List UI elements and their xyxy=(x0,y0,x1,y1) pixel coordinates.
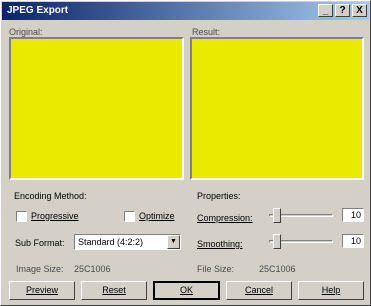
image-size-value: 25C1006 xyxy=(74,264,111,274)
sub-format-select[interactable]: Standard (4:2:2) ▼ xyxy=(74,234,181,250)
close-button[interactable]: X xyxy=(352,4,367,17)
help-dialog-button[interactable]: Help xyxy=(298,281,364,300)
chevron-down-icon[interactable]: ▼ xyxy=(167,235,180,249)
compression-slider-thumb[interactable] xyxy=(273,208,281,223)
sub-format-label: Sub Format: xyxy=(15,238,65,248)
file-size-value: 25C1006 xyxy=(259,264,296,274)
encoding-method-heading: Encoding Method: xyxy=(14,191,87,201)
help-button[interactable]: ? xyxy=(335,4,350,17)
smoothing-label: Smoothing: xyxy=(197,239,243,249)
compression-input[interactable]: 10 xyxy=(342,208,364,222)
compression-label: Compression: xyxy=(197,213,253,223)
ok-button[interactable]: OK xyxy=(153,281,220,300)
result-preview xyxy=(190,37,364,180)
properties-heading: Properties: xyxy=(197,191,241,201)
sub-format-value: Standard (4:2:2) xyxy=(78,237,144,247)
file-size-label: File Size: xyxy=(197,264,235,274)
progressive-label[interactable]: Progressive xyxy=(31,211,79,221)
title-bar[interactable]: JPEG Export _ ? X xyxy=(2,2,369,20)
optimize-checkbox[interactable] xyxy=(124,211,135,222)
jpeg-export-dialog: JPEG Export _ ? X Original: Result: Enco… xyxy=(0,0,371,306)
preview-button[interactable]: Preview xyxy=(9,281,75,300)
image-size-label: Image Size: xyxy=(16,264,64,274)
result-label: Result: xyxy=(192,27,221,37)
cancel-button[interactable]: Cancel xyxy=(226,281,292,300)
minimize-button[interactable]: _ xyxy=(318,4,333,17)
optimize-label[interactable]: Optimize xyxy=(139,211,175,221)
original-preview xyxy=(9,37,184,180)
smoothing-slider-thumb[interactable] xyxy=(273,234,281,249)
original-label: Original: xyxy=(9,27,43,37)
window-title: JPEG Export xyxy=(7,5,69,16)
reset-button[interactable]: Reset xyxy=(81,281,147,300)
smoothing-input[interactable]: 10 xyxy=(342,234,364,248)
progressive-checkbox[interactable] xyxy=(16,211,27,222)
